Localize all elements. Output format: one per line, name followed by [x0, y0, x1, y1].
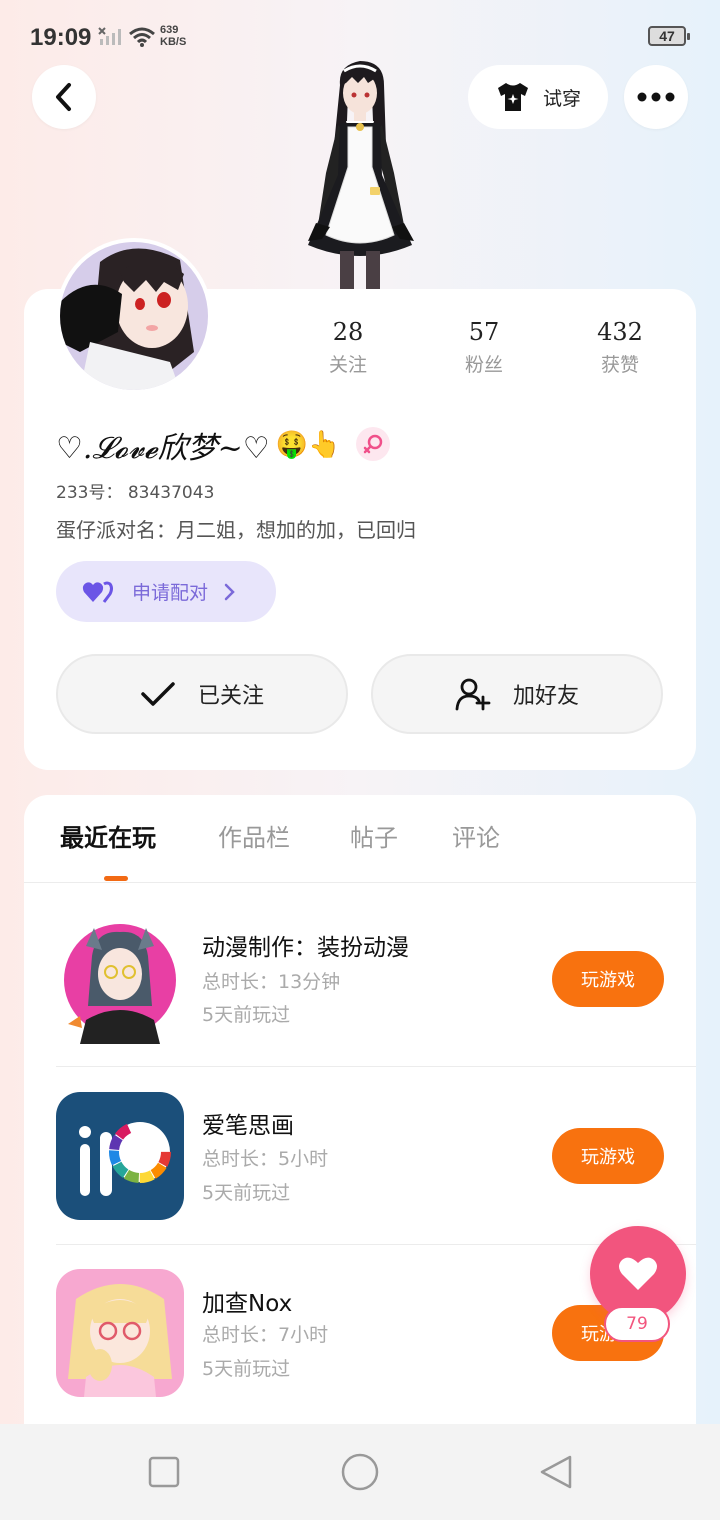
nickname-emoji: 🤑👆 — [275, 430, 341, 460]
apply-pair-label: 申请配对 — [132, 582, 209, 604]
tshirt-icon — [497, 83, 528, 111]
tab-comments[interactable]: 评论 — [452, 818, 500, 853]
avatar[interactable] — [56, 238, 212, 394]
game-icon-ibispaint[interactable] — [56, 1092, 184, 1220]
tab-recently-played[interactable]: 最近在玩 — [60, 818, 156, 853]
tryon-label: 试穿 — [542, 87, 581, 110]
list-divider — [56, 1066, 696, 1067]
back-nav-icon[interactable] — [538, 1454, 574, 1490]
game-last-played: 5天前玩过 — [202, 1358, 291, 1380]
status-icons — [98, 26, 156, 48]
tab-works[interactable]: 作品栏 — [218, 818, 290, 853]
game-duration: 总时长：5小时 — [202, 1148, 329, 1170]
play-game-button[interactable]: 玩游戏 — [552, 1128, 664, 1184]
followed-button[interactable]: 已关注 — [56, 654, 348, 734]
stat-fans[interactable]: 57 粉丝 — [434, 318, 534, 377]
chevron-right-icon — [224, 583, 235, 600]
stat-likes[interactable]: 432 获赞 — [570, 318, 670, 377]
double-heart-icon — [82, 581, 113, 603]
nickname: ♡.𝓛𝓸𝓿𝓮欣梦~♡ 🤑👆 — [56, 423, 340, 467]
party-name: 蛋仔派对名：月二姐，想加的加，已回归 — [56, 518, 416, 542]
nickname-text: ♡.𝓛𝓸𝓿𝓮欣梦~♡ — [56, 431, 270, 466]
stat-following[interactable]: 28 关注 — [298, 318, 398, 377]
game-duration: 总时长：13分钟 — [202, 971, 341, 993]
system-nav-bar — [0, 1424, 720, 1520]
recent-apps-icon[interactable] — [148, 1456, 180, 1488]
status-time: 19:09 — [30, 24, 92, 51]
back-button[interactable] — [32, 65, 96, 129]
tab-indicator — [104, 876, 128, 881]
game-last-played: 5天前玩过 — [202, 1182, 291, 1204]
tab-posts[interactable]: 帖子 — [350, 818, 398, 853]
home-icon[interactable] — [340, 1452, 380, 1492]
add-friend-button[interactable]: 加好友 — [371, 654, 663, 734]
add-user-icon — [455, 678, 491, 711]
game-duration: 总时长：7小时 — [202, 1324, 329, 1346]
more-options-button[interactable] — [624, 65, 688, 129]
game-title: 爱笔思画 — [202, 1113, 294, 1139]
avatar-image — [60, 242, 208, 390]
chevron-left-icon — [56, 83, 71, 111]
user-id: 233号： 83437043 — [56, 483, 215, 503]
female-gender-icon — [356, 427, 390, 461]
game-title: 加查Nox — [202, 1291, 293, 1317]
character-model — [308, 61, 414, 289]
like-count: 79 — [604, 1306, 670, 1342]
mobile-signal-icon — [98, 27, 121, 45]
game-last-played: 5天前玩过 — [202, 1004, 291, 1026]
network-speed: 639 KB/S — [160, 24, 187, 48]
apply-pair-button[interactable]: 申请配对 — [56, 561, 276, 622]
add-friend-label: 加好友 — [512, 684, 579, 709]
more-dots-icon — [637, 92, 675, 102]
game-title: 动漫制作：装扮动漫 — [202, 935, 409, 961]
game-icon-gacha-nox[interactable] — [56, 1269, 184, 1397]
followed-label: 已关注 — [197, 684, 264, 709]
game-icon-anime-maker[interactable] — [56, 916, 184, 1044]
battery-indicator: 47 — [648, 26, 690, 46]
heart-icon — [619, 1257, 657, 1290]
tabs-divider — [24, 882, 696, 883]
play-game-button[interactable]: 玩游戏 — [552, 951, 664, 1007]
check-icon — [141, 682, 175, 706]
wifi-icon — [129, 27, 155, 47]
tryon-button[interactable]: 试穿 — [468, 65, 608, 129]
